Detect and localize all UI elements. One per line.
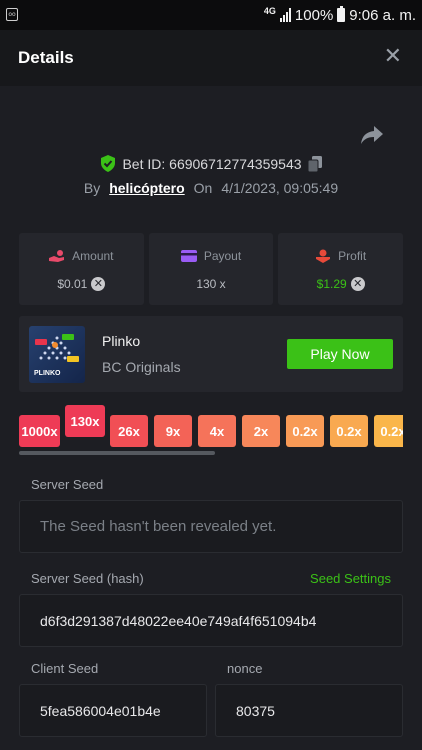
bet-id-line: Bet ID: 66906712774359543 [0,155,422,172]
bet-stats: Amount $0.01 ✕ Payout 130 x Profit $1.29… [19,233,404,305]
share-icon[interactable] [360,124,384,146]
on-label: On [193,180,213,196]
signal-icon [279,8,291,22]
game-provider: BC Originals [102,359,181,375]
server-hash-label: Server Seed (hash) [31,571,144,586]
network-label: 4G [263,6,276,16]
thumbnail-label: PLINKO [34,370,61,377]
multiplier-item: 26x [110,415,148,447]
multiplier-item: 9x [154,415,192,447]
stat-payout: Payout 130 x [148,233,274,305]
server-seed-label: Server Seed [31,477,104,492]
coin-icon: ✕ [350,277,365,291]
play-now-button[interactable]: Play Now [287,339,393,369]
nonce-label: nonce [227,661,263,676]
server-seed-field: The Seed hasn't been revealed yet. [19,500,403,553]
bet-byline: By helicóptero On 4/1/2023, 09:05:49 [0,180,422,196]
clock: 9:06 a. m. [349,6,416,24]
profit-value: $1.29 [316,277,347,291]
multiplier-item: 4x [198,415,236,447]
multiplier-row[interactable]: 1000x 130x 26x 9x 4x 2x 0.2x 0.2x 0.2x [19,405,403,447]
profit-icon [316,249,331,263]
multiplier-item: 2x [242,415,280,447]
bet-id: Bet ID: 66906712774359543 [122,155,302,172]
multiplier-item: 0.2x [330,415,368,447]
stat-profit: Profit $1.29 ✕ [278,233,404,305]
battery-percent: 100% [294,6,334,24]
multiplier-scrollbar[interactable] [19,451,215,455]
seed-settings-link[interactable]: Seed Settings [310,571,391,586]
username-link[interactable]: helicóptero [109,180,184,196]
card-icon [180,250,197,262]
profit-label: Profit [338,249,367,263]
details-header: Details ✕ [0,30,422,86]
battery-icon [337,6,346,22]
amount-label: Amount [72,249,114,263]
plinko-thumbnail[interactable]: PLINKO [29,326,85,383]
by-label: By [83,180,101,196]
hand-coin-icon [49,250,65,262]
payout-label: Payout [203,249,242,263]
game-name: Plinko [102,333,141,349]
status-bar: oo 4G 100% 9:06 a. m. [0,0,422,30]
multiplier-item: 0.2x [374,415,403,447]
close-icon[interactable]: ✕ [384,45,402,67]
client-seed-field[interactable]: 5fea586004e01b4e [19,684,207,737]
coin-icon: ✕ [91,277,106,291]
page-title: Details [18,48,74,67]
game-card: PLINKO Plinko BC Originals Play Now [19,316,403,392]
notification-icon: oo [6,8,18,21]
multiplier-item: 1000x [19,415,60,447]
status-right: 4G 100% 9:06 a. m. [264,0,416,30]
copy-icon[interactable] [307,155,322,172]
nonce-field[interactable]: 80375 [215,684,403,737]
client-seed-label: Client Seed [31,661,99,676]
bet-date: 4/1/2023, 09:05:49 [221,180,339,196]
payout-value: 130 x [196,277,226,291]
stat-amount: Amount $0.01 ✕ [19,233,144,305]
multiplier-item: 130x [65,405,105,437]
multiplier-item: 0.2x [286,415,324,447]
server-hash-field[interactable]: d6f3d291387d48022ee40e749af4f651094b4 [19,594,403,647]
shield-check-icon [101,155,116,172]
amount-value: $0.01 [57,277,88,291]
